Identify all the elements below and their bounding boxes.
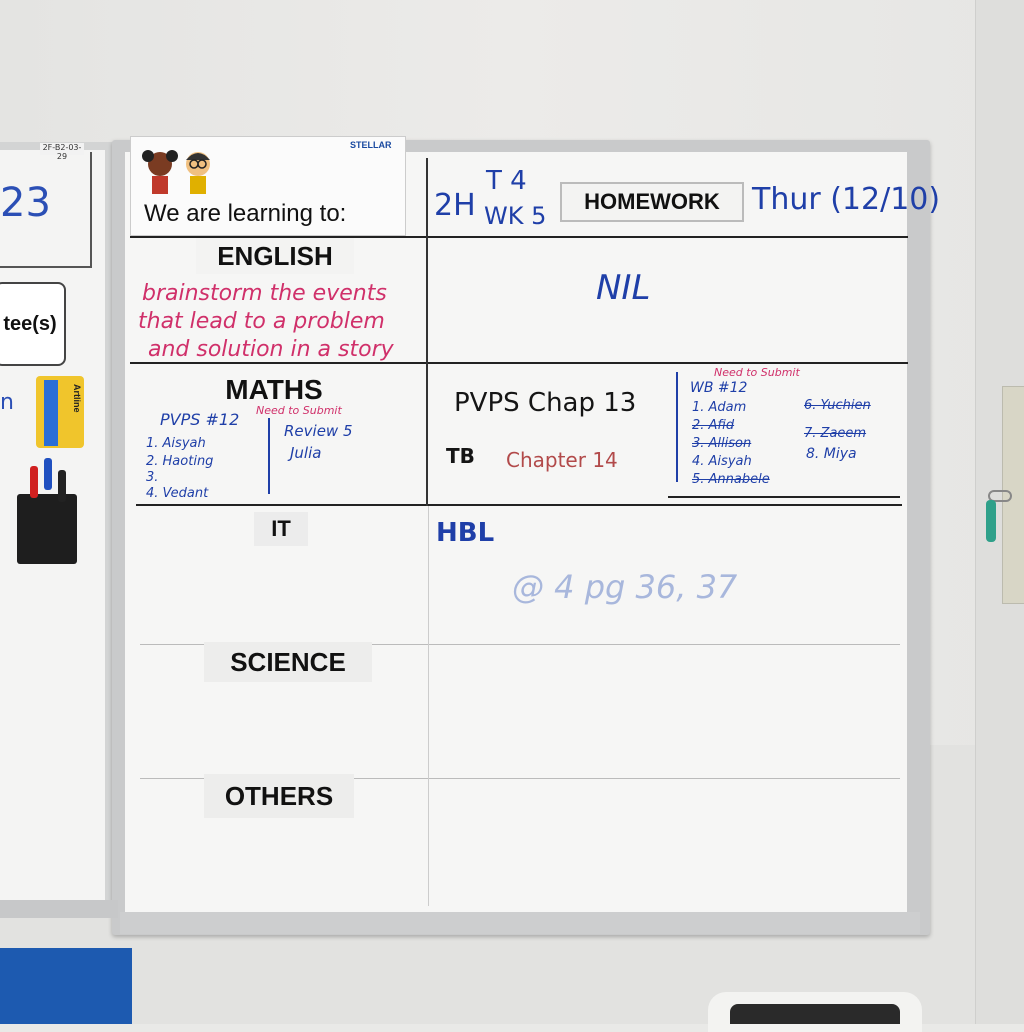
wb-divider [676,372,678,482]
review-student: Julia [290,444,322,462]
kids-icon [140,142,220,202]
wb-student: 7. Zaeem [804,426,867,441]
eraser-brand: Artline [72,384,82,413]
left-board-number: 23 [0,180,51,226]
main-board-tray [120,912,920,934]
english-objective-line: and solution in a story [148,337,394,362]
wb-student: 3. Allison [692,436,752,451]
brand-logo: STELLAR [350,140,392,150]
eraser-stripe [44,380,58,446]
wb-student: 4. Aisyah [692,454,752,469]
board-tag: 2F-B2-03-29 [40,143,84,161]
wb-student: 6. Yuchien [804,398,871,413]
maths-homework-tb: TB [446,444,475,468]
week: WK 5 [484,202,547,230]
science-label: SCIENCE [204,642,372,682]
left-board-line [90,152,92,268]
it-homework-title: HBL [436,518,495,548]
column-divider [428,506,429,906]
homework-date: Thur (12/10) [752,182,941,217]
key-tag-icon[interactable] [986,500,996,542]
maths-homework-tb-chapter: Chapter 14 [506,448,618,472]
pvps-student: 4. Vedant [146,486,209,501]
red-marker-icon[interactable] [30,466,38,498]
wb-underline [668,496,900,498]
class-code: 2H [434,188,476,223]
blue-panel [0,948,132,1024]
blue-marker-icon[interactable] [44,458,52,490]
wb-need-submit-note: Need to Submit [714,366,800,379]
maths-homework-pvps: PVPS Chap 13 [454,388,637,418]
english-homework: NIL [596,268,651,308]
learning-title: We are learning to: [144,200,347,227]
left-board-line [0,266,92,268]
english-objective-line: brainstorm the events [142,281,387,306]
maths-list-divider [268,418,270,494]
column-divider [426,158,428,506]
term: T 4 [486,166,527,196]
maths-label: MATHS [225,374,323,405]
pvps-title: PVPS #12 [160,410,240,429]
air-purifier-grill [730,1004,900,1024]
pvps-student: 1. Aisyah [146,436,206,451]
review-title: Review 5 [284,422,353,440]
english-objective-line: that lead to a problem [138,309,385,334]
grid-line [136,504,902,506]
left-board-mark: n [0,390,14,415]
others-label: OTHERS [204,774,354,818]
homework-label: HOMEWORK [560,182,744,222]
pvps-student: 3. [146,470,159,485]
english-label: ENGLISH [196,238,354,274]
it-label: IT [254,512,308,546]
wb-student: 1. Adam [692,400,747,415]
wb-student: 5. Annabele [692,472,770,487]
marker-holder [17,494,77,564]
black-marker-icon[interactable] [58,470,66,502]
committee-label: tee(s) [0,282,66,366]
pvps-student: 2. Haoting [146,454,214,469]
wb-student: 8. Miya [806,446,857,462]
wb-student: 2. Afid [692,418,735,433]
maths-need-submit-note: Need to Submit [256,404,342,417]
it-homework-note: @ 4 pg 36, 37 [512,568,738,606]
left-board-tray [0,900,118,918]
wb-title: WB #12 [690,380,748,396]
